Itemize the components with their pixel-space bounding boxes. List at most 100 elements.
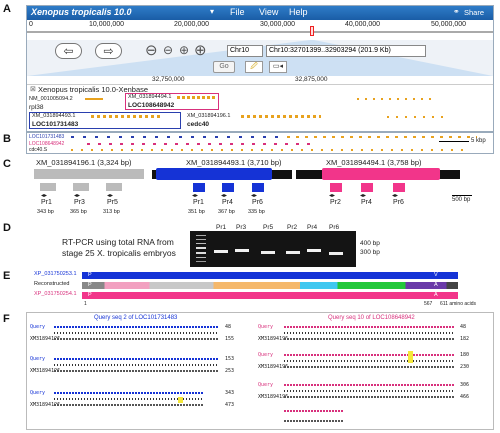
zoom-out-small-icon[interactable]: ⊖ [163,43,173,57]
seq-position: 230 [460,364,470,370]
primer-name: Pr2 [330,199,341,206]
gene-model[interactable] [85,98,103,100]
residue-letter: P [88,272,92,278]
menu-file[interactable]: File [230,7,245,17]
residue-letter: A [434,292,438,298]
gene-model[interactable] [91,115,163,118]
protein-bar-pink: P A [82,292,458,299]
residue-letter: P [88,282,92,288]
primer-pink [393,183,405,192]
go-button[interactable]: Go [213,61,235,73]
primer-arrows: ◂▸ [107,193,114,199]
ladder-band [196,235,206,236]
primer-blue [252,183,264,192]
match-line [284,360,454,362]
lane-label: Pr4 [307,224,318,231]
gene-model[interactable] [357,98,437,100]
seq-label: Query [258,382,274,388]
gene-model[interactable] [177,96,217,99]
gene-track: ⊠ Xenopus tropicalis 10.0-Xenbase NM_001… [27,85,493,131]
seq-position: 473 [225,402,235,408]
gene-model[interactable] [387,116,447,118]
seq-line [54,370,219,372]
transcript-label: XM_031894494.1 (3,758 bp) [326,158,422,167]
zoom-in-big-icon[interactable]: ⊕ [194,41,207,59]
scale-bar [452,195,472,196]
seq-label: Query [258,324,274,330]
seq-position: 253 [225,368,235,374]
pcr-band [214,250,228,253]
seq-line [284,326,454,328]
protein-bar-blue: P V [82,272,458,279]
primer-gray [40,183,56,191]
back-arrow-button[interactable]: ⇦ [55,43,82,59]
zoom-in-small-icon[interactable]: ⊕ [179,43,189,57]
zoom-out-big-icon[interactable]: ⊖ [145,41,158,59]
seq-position: 155 [225,336,235,342]
ladder-band [196,257,206,258]
pcr-band [329,252,343,255]
alignment-title-right: Query seq 10 of LOC108648942 [328,315,415,321]
track-line [87,143,317,145]
primer-arrows: ◂▸ [251,193,258,199]
scale-bar [439,141,469,142]
current-region-marker[interactable] [310,26,314,36]
size-marker: 300 bp [360,249,380,256]
scale-label: 500 bp [452,197,471,203]
match-line [54,364,219,366]
track-line [71,136,311,138]
panel-label-c: C [3,158,11,170]
primer-pink [361,183,373,192]
chromosome-ruler[interactable]: 0 10,000,000 20,000,000 30,000,000 40,00… [27,20,493,40]
protein-bar-reconstructed: P A [82,282,458,289]
forward-arrow-button[interactable]: ⇨ [95,43,122,59]
primer-arrows: ◂▸ [74,193,81,199]
scale-label: 5 kbp [471,138,486,144]
share-icon[interactable]: ⚭ [453,7,460,16]
gene-accession: XM_031894196.1 [187,113,231,119]
ladder-band [196,252,206,254]
track-options-button[interactable]: ▭◂ [269,61,287,73]
pcr-band [307,249,321,252]
ruler-tick: 20,000,000 [174,21,210,28]
mismatch-highlight [178,397,183,403]
location-input[interactable]: Chr10:32701399..32903294 (201.9 Kb) [266,45,426,57]
seq-position: 153 [225,356,235,362]
chromosome-select[interactable]: Chr10 [227,45,263,57]
amplicon-size: 335 bp [248,209,265,215]
share-button[interactable]: Share [464,8,484,17]
zoomed-ruler: 32,750,000 32,875,000 [27,76,493,85]
gene-model[interactable] [241,115,321,118]
axis-tick: 567 [424,301,433,307]
seq-line [284,384,454,386]
residue-letter: A [434,282,438,288]
lane-label: Pr2 [287,224,298,231]
primer-arrows: ◂▸ [41,193,48,199]
seq-line [284,338,454,340]
primer-name: Pr4 [222,199,233,206]
seq-line [54,338,219,340]
menu-help[interactable]: Help [289,7,308,17]
ladder-band [196,239,206,240]
gene-accession: XM_031894494.1 [128,94,172,100]
title-dropdown-icon[interactable]: ▾ [210,7,214,16]
panel-label-f: F [3,313,10,325]
seq-position: 343 [225,390,235,396]
browser-title: Xenopus tropicalis 10.0 [31,7,132,17]
alignment-block-left: Query XM31894196 48 155 Query XM31894196… [30,324,255,424]
pcr-band [286,251,300,254]
seq-line [284,396,454,398]
seq-position: 466 [460,394,470,400]
protein-label: XP_031750253.1 [34,271,77,277]
go-button-label: Go [219,63,229,70]
seq-line [54,404,204,406]
seq-position: 182 [460,336,470,342]
track-close-icon[interactable]: ⊠ [30,85,36,93]
seq-line [54,358,219,360]
gene-accession: NM_001005094.2 [29,96,73,102]
highlight-button[interactable]: 🖉 [245,61,263,73]
primer-gray [106,183,122,191]
panel-label-b: B [3,133,11,145]
menu-view[interactable]: View [259,7,278,17]
ruler-tick: 0 [29,21,33,28]
